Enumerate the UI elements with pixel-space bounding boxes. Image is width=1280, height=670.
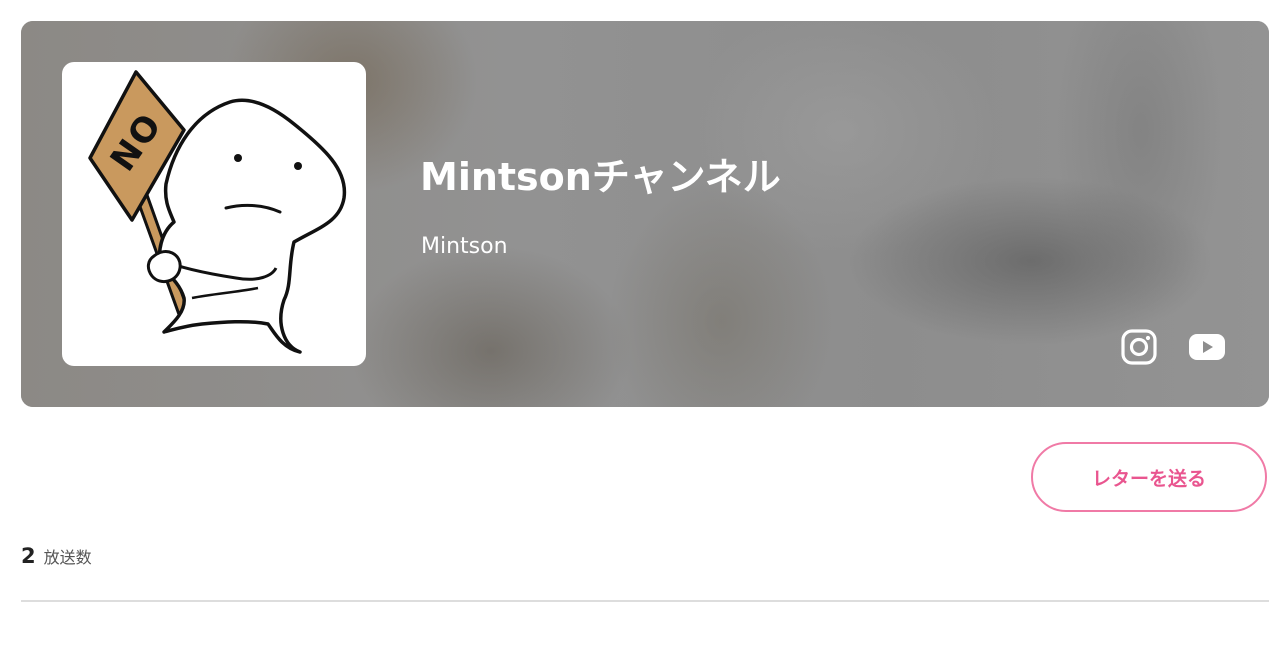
channel-page: NO Mintsonチャンネル Mintson レターを送る 2 放送数 — [0, 0, 1280, 670]
channel-owner-name[interactable]: Mintson — [421, 231, 508, 263]
instagram-link[interactable] — [1120, 328, 1158, 366]
broadcast-count: 2 — [21, 544, 36, 568]
youtube-icon — [1189, 334, 1225, 360]
channel-header-banner: NO Mintsonチャンネル Mintson — [21, 21, 1269, 407]
channel-title: Mintsonチャンネル — [420, 155, 781, 199]
send-letter-button[interactable]: レターを送る — [1031, 442, 1267, 512]
youtube-link[interactable] — [1188, 328, 1226, 366]
instagram-icon — [1121, 329, 1157, 365]
channel-avatar: NO — [62, 62, 366, 366]
broadcast-count-label: 放送数 — [43, 548, 92, 567]
section-divider — [21, 600, 1269, 602]
broadcast-stats: 2 放送数 — [21, 544, 92, 568]
avatar-illustration — [88, 70, 347, 354]
